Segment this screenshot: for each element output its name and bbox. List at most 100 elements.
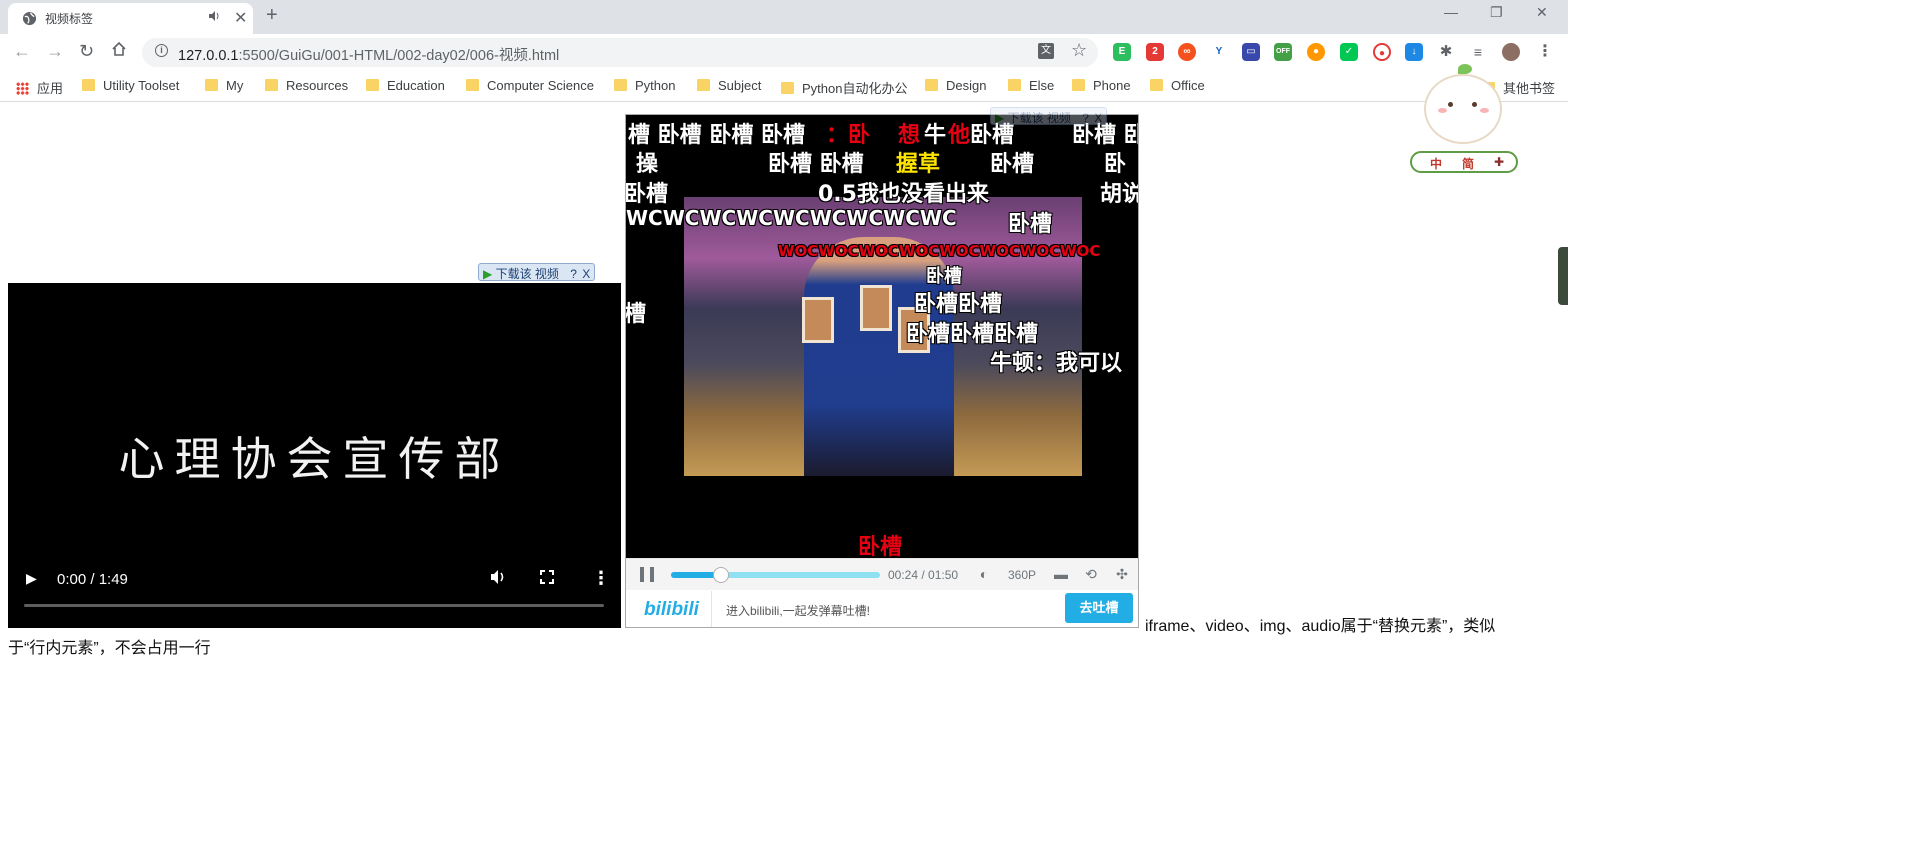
progress-bar[interactable] (671, 567, 880, 583)
bookmarks-bar: 应用 Utility Toolset My Resources Educatio… (0, 71, 1568, 102)
download-extension-icon[interactable]: ↓ (1405, 43, 1423, 61)
folder-icon (1008, 79, 1021, 91)
danmaku-hint[interactable]: 进入bilibili,一起发弹幕吐槽! (726, 602, 870, 619)
avatar[interactable] (1502, 43, 1520, 61)
bookmark-folder[interactable]: Office (1150, 78, 1205, 93)
danmaku: 他 (948, 123, 971, 148)
play-icon: ▶ (483, 267, 493, 281)
bilibili-time: 00:24 / 01:50 (888, 568, 959, 582)
bilibili-iframe[interactable]: 槽 卧槽 卧槽 卧槽 ：卧 想 牛 他 卧槽 卧槽 卧 操 卧槽 卧槽 握草 卧… (625, 114, 1139, 628)
folder-icon (1072, 79, 1085, 91)
download-video-badge[interactable]: ▶ 下载该 视频 ? X (990, 107, 1108, 125)
media-control-icon[interactable]: ≡ (1469, 43, 1487, 61)
window-extension-icon[interactable]: ▭ (1242, 43, 1260, 61)
bilibili-player[interactable]: 槽 卧槽 卧槽 卧槽 ：卧 想 牛 他 卧槽 卧槽 卧 操 卧槽 卧槽 握草 卧… (626, 115, 1138, 558)
site-info-icon[interactable]: i (155, 44, 168, 57)
home-icon[interactable] (111, 41, 127, 62)
speaker-icon[interactable] (208, 10, 220, 25)
bookmark-folder[interactable]: Phone (1072, 78, 1131, 93)
video-poster-text: 心理协会宣传部 (118, 432, 511, 486)
folder-icon (925, 79, 938, 91)
bookmark-star-icon[interactable]: ☆ (1071, 40, 1087, 61)
back-arrow-icon[interactable]: ← (13, 41, 31, 62)
bookmark-apps[interactable]: 应用 (16, 78, 63, 97)
forward-arrow-icon[interactable]: → (46, 41, 64, 62)
folder-icon (614, 79, 627, 91)
play-button[interactable]: ▶ (26, 570, 37, 587)
minimize-button[interactable]: — (1444, 4, 1458, 20)
danmaku: WCWCWCWCWCWCWCWCWC (626, 206, 957, 230)
close-window-button[interactable]: ✕ (1536, 4, 1548, 21)
off-extension-icon[interactable]: OFF (1274, 43, 1292, 61)
volume-icon[interactable]: ◐ (976, 566, 992, 582)
language-switch[interactable]: 中 简 ✚ (1410, 151, 1518, 173)
danmaku: 0.5我也没看出来 (818, 182, 989, 207)
infinity-icon[interactable]: ∞ (1178, 43, 1196, 61)
bookmark-folder[interactable]: My (205, 78, 243, 93)
restore-button[interactable]: ❐ (1490, 4, 1503, 21)
address-bar[interactable]: i 127.0.0.1:5500/GuiGu/001-HTML/002-day0… (142, 38, 1098, 67)
danmaku-toggle-icon[interactable]: ▬ (1053, 566, 1069, 582)
bookmark-folder[interactable]: Subject (697, 78, 761, 93)
more-options-icon[interactable]: ⋮ (592, 568, 610, 589)
danmaku: 卧槽卧槽 (914, 292, 1003, 317)
evernote-icon[interactable]: E (1113, 43, 1131, 61)
folder-icon (781, 82, 794, 94)
y-extension-icon[interactable]: Y (1210, 43, 1228, 61)
tab-title: 视频标签 (45, 12, 94, 26)
shield-icon[interactable]: ✓ (1340, 43, 1358, 61)
pause-icon[interactable] (640, 567, 654, 582)
side-panel-handle[interactable] (1558, 247, 1568, 305)
loop-icon[interactable]: ⟲ (1083, 566, 1099, 582)
shirt-icon[interactable]: ✚ (1494, 155, 1504, 169)
description-line-1: iframe、video、img、audio属于“替换元素”，类似 (1145, 618, 1496, 635)
tab-active[interactable]: 视频标签 ✕ (8, 3, 253, 34)
folder-icon (366, 79, 379, 91)
bilibili-footer: bilibili 进入bilibili,一起发弹幕吐槽! 去吐槽 (626, 591, 1138, 627)
quality-selector[interactable]: 360P (1008, 568, 1036, 582)
mascot-widget[interactable]: 中 简 ✚ (1410, 64, 1520, 176)
menu-icon[interactable]: ⋮ (1536, 43, 1554, 61)
folder-icon (1150, 79, 1163, 91)
download-video-badge[interactable]: ▶ 下载该 视频 ? X (478, 263, 596, 281)
progress-knob[interactable] (713, 567, 730, 583)
video-seek-bar[interactable] (24, 604, 604, 607)
bookmark-folder[interactable]: Python自动化办公 (781, 78, 907, 97)
translate-icon[interactable]: 文 (1038, 43, 1054, 59)
send-danmaku-button[interactable]: 去吐槽 (1065, 593, 1133, 623)
page-content: ▶ 下载该 视频 ? X 心理协会宣传部 ▶ 0:00 / 1:49 ⋮ 槽 卧… (0, 103, 1568, 700)
label-zhong[interactable]: 中 (1430, 155, 1442, 172)
bookmark-folder[interactable]: Else (1008, 78, 1054, 93)
volume-icon[interactable] (489, 569, 507, 590)
bilibili-logo[interactable]: bilibili (644, 599, 699, 621)
card (860, 285, 892, 331)
close-icon[interactable]: X (1094, 111, 1102, 125)
bookmark-folder[interactable]: Python (614, 78, 675, 93)
help-icon[interactable]: ? (570, 267, 577, 281)
folder-icon (697, 79, 710, 91)
eye (1448, 102, 1453, 107)
html5-video[interactable]: 心理协会宣传部 ▶ 0:00 / 1:49 ⋮ (8, 283, 621, 628)
settings-icon[interactable]: ✣ (1114, 566, 1130, 582)
url-text[interactable]: 127.0.0.1:5500/GuiGu/001-HTML/002-day02/… (178, 44, 559, 65)
close-icon[interactable]: X (582, 267, 590, 281)
bookmark-folder[interactable]: Resources (265, 78, 348, 93)
puzzle-icon[interactable]: ✱ (1437, 43, 1455, 61)
blush (1438, 108, 1447, 113)
bookmark-folder[interactable]: Education (366, 78, 445, 93)
close-tab-icon[interactable]: ✕ (234, 8, 247, 28)
label-jian[interactable]: 简 (1462, 155, 1474, 172)
record-icon[interactable]: ● (1373, 43, 1391, 61)
danmaku: 牛顿：我可以 (990, 351, 1123, 376)
bookmark-folder[interactable]: Design (925, 78, 986, 93)
extension-badge-icon[interactable]: 2 (1146, 43, 1164, 61)
reload-icon[interactable]: ↻ (79, 41, 94, 62)
help-icon[interactable]: ? (1082, 111, 1089, 125)
new-tab-button[interactable]: + (266, 4, 278, 27)
color-extension-icon[interactable]: ● (1307, 43, 1325, 61)
bookmark-folder[interactable]: Computer Science (466, 78, 594, 93)
bookmark-folder[interactable]: Utility Toolset (82, 78, 179, 93)
globe-icon (22, 11, 37, 26)
blush (1480, 108, 1489, 113)
fullscreen-icon[interactable] (539, 569, 555, 590)
